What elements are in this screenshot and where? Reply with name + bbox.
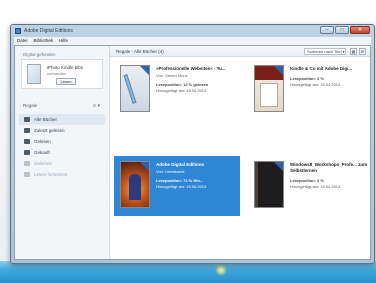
grid-view-icon[interactable]: ▦ [350,48,357,55]
minimize-button[interactable]: – [320,26,334,34]
library-title: Regale - Alle Bücher (4) [116,49,164,54]
new-ribbon-icon [274,66,283,75]
menu-help[interactable]: Hilfe [59,38,68,44]
book-progress: Leseposition: 71 % Hin... [156,178,204,183]
book-cover [254,65,284,112]
book-item[interactable]: Kindle & Co mit Adobe Digi... Lesepositi… [248,60,374,120]
book-author: Von: Stefan Münz [156,73,188,78]
shelf-icon [24,117,30,122]
title-bar[interactable]: Adobe Digital Editions – □ ✕ [11,25,374,37]
device-section-label: Digital gefunden [23,52,56,57]
shelf-icon [24,128,30,133]
pen-illustration [123,74,137,104]
device-status: verbunden [47,71,66,76]
book-item[interactable]: Windows8_Workshops_Profe... zum Selbstle… [248,156,374,216]
list-view-icon[interactable]: ☰ [359,48,366,55]
library-tools-icon[interactable]: ≡ ▾ [93,103,100,109]
book-cover [254,161,284,208]
new-ribbon-icon [140,66,149,75]
book-title: Windows8_Workshops_Profe... zum Selbstle… [290,162,368,173]
menu-file[interactable]: Datei [17,38,28,44]
document-illustration [260,83,278,107]
book-added-date: Hinzugefügt am: 15.04.2013 [290,82,341,87]
sort-dropdown[interactable]: Sortieren nach Titel ▾ [304,48,346,55]
menu-bar: Datei Bibliothek Hilfe [14,37,371,45]
library-label: Regale [23,103,38,108]
shelf-item-read[interactable]: Gelesen [19,136,105,147]
shelf-item-label: Zuletzt gelesen [34,128,65,133]
library-pane: Regale - Alle Bücher (4) Sortieren nach … [110,46,370,259]
new-ribbon-icon [274,162,283,171]
shelf-item-borrowed[interactable]: Geliehen [19,158,105,169]
app-window: Adobe Digital Editions – □ ✕ Datei Bibli… [10,24,375,264]
menu-library[interactable]: Bibliothek [34,38,54,44]
book-added-date: Hinzugefügt am: 15.04.2013 [156,184,207,189]
shelf-icon [24,150,30,155]
device-panel[interactable]: iPhoto Kindle bibs verbunden Lesen [21,59,103,89]
book-cover [120,65,150,112]
book-progress: Leseposition: 2 % [290,76,325,81]
book-added-date: Hinzugefügt am: 15.04.2013 [290,184,341,189]
sidebar: Digital gefunden iPhoto Kindle bibs verb… [15,46,110,259]
app-icon [15,28,21,34]
book-author: Von: Unbekannt [156,169,185,174]
figure-illustration [129,174,141,200]
library-header: Regale ≡ ▾ [23,103,103,111]
desktop-flare [215,264,227,276]
cover-edge [255,162,258,207]
shelf-item-label: Lesen fortsetzen [34,172,68,177]
shelf-icon [24,139,30,144]
window-controls: – □ ✕ [320,26,370,34]
taskbar-glow [0,261,376,283]
book-title: Adobe Digital Editions [156,162,204,167]
book-details: Kindle & Co mit Adobe Digi... Lesepositi… [290,66,370,87]
shelf-item-continue-reading[interactable]: Lesen fortsetzen [19,169,105,180]
client-area: Digital gefunden iPhoto Kindle bibs verb… [14,45,371,260]
close-button[interactable]: ✕ [350,26,370,34]
book-item[interactable]: »Professionelle Websites« - Tu... Von: S… [114,60,240,120]
shelf-item-recently-read[interactable]: Zuletzt gelesen [19,125,105,136]
library-toolbar: Regale - Alle Bücher (4) Sortieren nach … [110,46,370,57]
book-cover [120,161,150,208]
shelf-item-purchased[interactable]: Gekauft [19,147,105,158]
book-title: »Professionelle Websites« - Tu... [156,66,226,71]
shelf-item-all-books[interactable]: Alle Bücher [19,114,105,125]
book-details: Windows8_Workshops_Profe... zum Selbstle… [290,162,370,189]
device-name: iPhoto Kindle bibs [47,65,84,70]
shelf-item-label: Gelesen [34,139,51,144]
device-open-button[interactable]: Lesen [56,78,76,85]
book-progress: Leseposition: 12 % gelesen [156,82,209,87]
bookshelf-list: Alle Bücher Zuletzt gelesen Gelesen Geka… [19,114,105,180]
book-details: Adobe Digital Editions Von: Unbekannt Le… [156,162,236,189]
shelf-item-label: Alle Bücher [34,117,58,122]
book-progress: Leseposition: 0 % [290,178,325,183]
view-toggle: ▦ ☰ [350,48,366,55]
new-ribbon-icon [140,162,149,171]
shelf-icon [24,172,30,177]
shelf-item-label: Gekauft [34,150,50,155]
book-item-selected[interactable]: Adobe Digital Editions Von: Unbekannt Le… [114,156,240,216]
book-title: Kindle & Co mit Adobe Digi... [290,66,353,71]
shelf-icon [24,161,30,166]
window-title: Adobe Digital Editions [24,28,73,34]
maximize-button[interactable]: □ [335,26,349,34]
book-details: »Professionelle Websites« - Tu... Von: S… [156,66,236,93]
device-icon [27,64,41,84]
shelf-item-label: Geliehen [34,161,53,166]
book-added-date: Hinzugefügt am: 15.04.2013 [156,88,207,93]
